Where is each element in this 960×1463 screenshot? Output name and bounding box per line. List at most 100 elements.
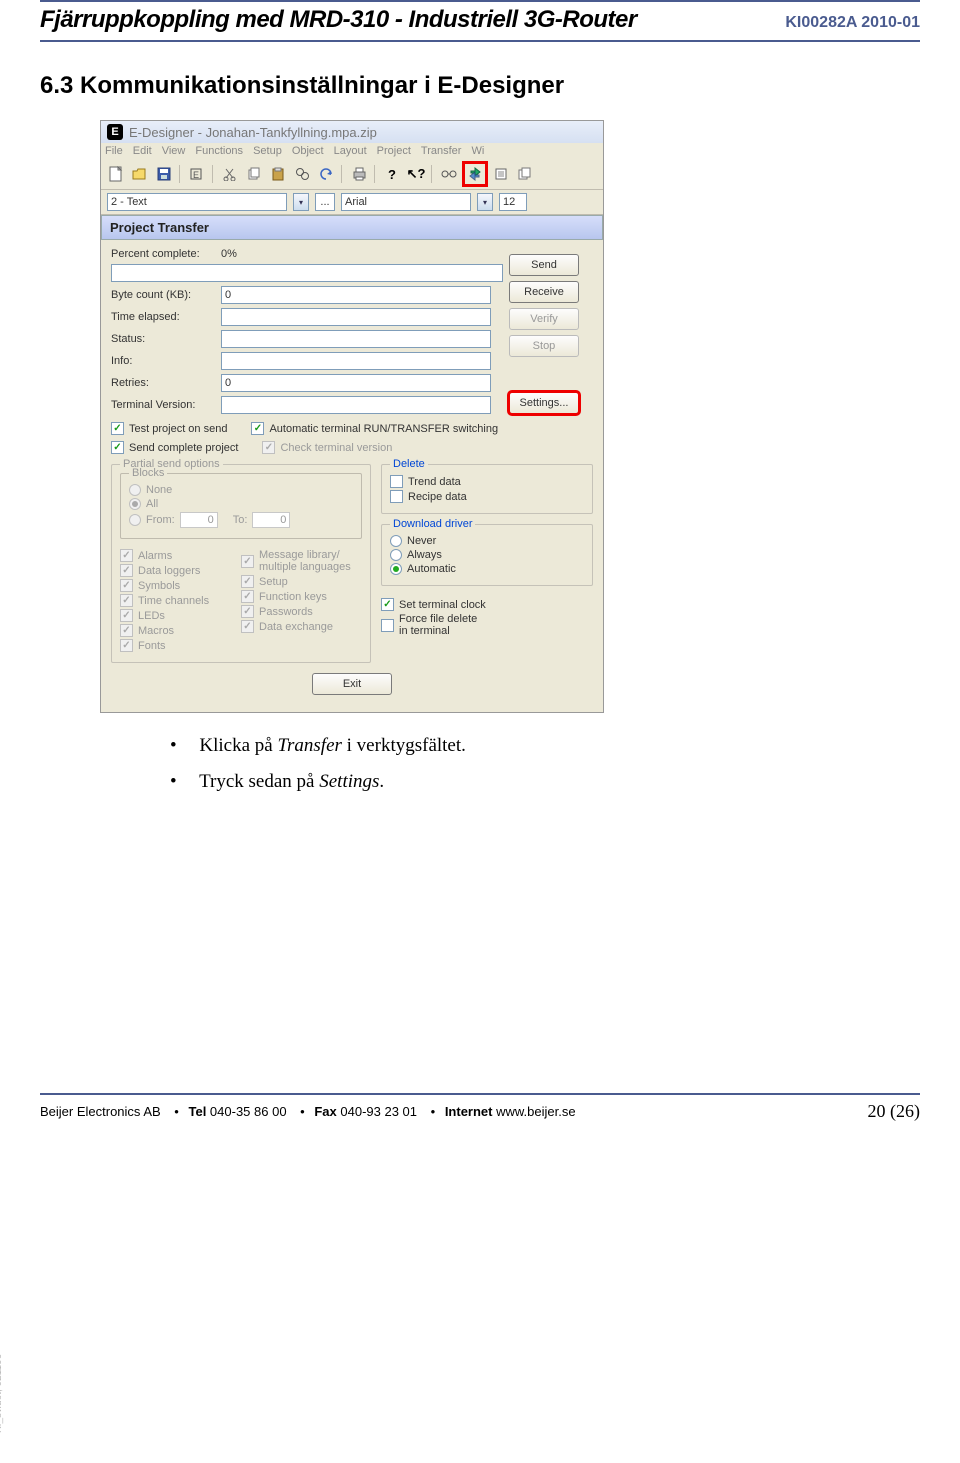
dropdown-icon[interactable]: ▾ (293, 193, 309, 211)
verify-button: Verify (509, 308, 579, 330)
send-button[interactable]: Send (509, 254, 579, 276)
list-item: Klicka på Transfer i verktygsfältet. (170, 735, 920, 757)
set-clock-check[interactable]: ✓Set terminal clock (381, 598, 593, 611)
menu-setup[interactable]: Setup (253, 145, 282, 157)
app-logo-icon: E (107, 124, 123, 140)
menu-transfer[interactable]: Transfer (421, 145, 462, 157)
transfer-icon[interactable] (462, 161, 488, 187)
radio-none: None (129, 484, 353, 496)
status-label: Status: (111, 333, 221, 345)
menu-edit[interactable]: Edit (133, 145, 152, 157)
time-value (221, 308, 491, 326)
menu-functions[interactable]: Functions (195, 145, 243, 157)
retries-label: Retries: (111, 377, 221, 389)
driver-group: Download driver Never Always Automatic (381, 524, 593, 586)
block-tool-icon[interactable]: E (186, 163, 208, 185)
menu-file[interactable]: File (105, 145, 123, 157)
help-icon[interactable]: ? (381, 163, 403, 185)
app-titlebar: E E-Designer - Jonahan-Tankfyllning.mpa.… (101, 121, 603, 143)
status-value (221, 330, 491, 348)
radio-all: All (129, 498, 353, 510)
undo-icon[interactable] (315, 163, 337, 185)
separator-icon (374, 165, 377, 183)
setup-check: ✓Setup (241, 575, 362, 588)
menubar[interactable]: File Edit View Functions Setup Object La… (101, 143, 603, 159)
from-input: 0 (180, 512, 218, 528)
page-number: 20 (26) (868, 1101, 921, 1122)
template-id: KI_sv.dot, 021106 (0, 1354, 4, 1433)
separator-icon (212, 165, 215, 183)
radio-always[interactable]: Always (390, 549, 584, 561)
instruction-list: Klicka på Transfer i verktygsfältet. Try… (170, 735, 920, 793)
send-complete-check[interactable]: ✓Send complete project (111, 441, 238, 454)
separator-icon (431, 165, 434, 183)
info-label: Info: (111, 355, 221, 367)
page-footer: Beijer Electronics AB • Tel 040-35 86 00… (40, 1093, 920, 1122)
time-label: Time elapsed: (111, 311, 221, 323)
font-size-field[interactable]: 12 (499, 193, 527, 211)
cut-icon[interactable] (219, 163, 241, 185)
radio-never[interactable]: Never (390, 535, 584, 547)
doc-list-icon[interactable] (490, 163, 512, 185)
copy-icon[interactable] (243, 163, 265, 185)
block-combo[interactable]: 2 - Text (107, 193, 287, 211)
exit-button[interactable]: Exit (312, 673, 392, 695)
docs-icon[interactable] (514, 163, 536, 185)
open-icon[interactable] (129, 163, 151, 185)
byte-label: Byte count (KB): (111, 289, 221, 301)
menu-windows[interactable]: Wi (471, 145, 484, 157)
recipe-check[interactable]: Recipe data (390, 490, 584, 503)
group-title: Delete (390, 458, 428, 470)
dialog-titlebar: Project Transfer (101, 215, 603, 240)
font-combo[interactable]: Arial (341, 193, 471, 211)
info-value (221, 352, 491, 370)
terminal-value (221, 396, 491, 414)
menu-layout[interactable]: Layout (334, 145, 367, 157)
separator-icon (341, 165, 344, 183)
glasses-icon[interactable] (438, 163, 460, 185)
new-icon[interactable] (105, 163, 127, 185)
test-send-check[interactable]: ✓Test project on send (111, 422, 227, 435)
macros-check: ✓Macros (120, 624, 241, 637)
radio-auto[interactable]: Automatic (390, 563, 584, 575)
retries-value: 0 (221, 374, 491, 392)
alarms-check: ✓Alarms (120, 549, 241, 562)
section-heading: 6.3 Kommunikationsinställningar i E-Desi… (40, 72, 920, 100)
separator-icon (179, 165, 182, 183)
fkeys-check: ✓Function keys (241, 590, 362, 603)
print-icon[interactable] (348, 163, 370, 185)
trend-check[interactable]: Trend data (390, 475, 584, 488)
stop-button: Stop (509, 335, 579, 357)
percent-value: 0% (221, 248, 261, 260)
find-icon[interactable] (291, 163, 313, 185)
page-header: Fjärruppkoppling med MRD-310 - Industrie… (40, 6, 920, 42)
paste-icon[interactable] (267, 163, 289, 185)
force-delete-check[interactable]: Force file deletein terminal (381, 613, 593, 637)
delete-group: Delete Trend data Recipe data (381, 464, 593, 514)
receive-button[interactable]: Receive (509, 281, 579, 303)
context-help-icon[interactable]: ↖? (405, 163, 427, 185)
radio-from: From: 0 To: 0 (129, 512, 353, 528)
leds-check: ✓LEDs (120, 609, 241, 622)
company-name: Beijer Electronics AB (40, 1104, 161, 1119)
dropdown-icon[interactable]: ▾ (477, 193, 493, 211)
msglib-check: ✓ Message library/multiple languages (241, 549, 362, 573)
check-version-check: ✓Check terminal version (262, 441, 392, 454)
group-title: Download driver (390, 518, 475, 530)
settings-button[interactable]: Settings... (509, 392, 579, 414)
app-title: E-Designer - Jonahan-Tankfyllning.mpa.zi… (129, 125, 377, 140)
symbols-check: ✓Symbols (120, 579, 241, 592)
dialog-body: Percent complete: 0% Byte count (KB): 0 … (101, 240, 603, 712)
auto-run-check[interactable]: ✓Automatic terminal RUN/TRANSFER switchi… (251, 422, 498, 435)
timech-check: ✓Time channels (120, 594, 241, 607)
fonts-check: ✓Fonts (120, 639, 241, 652)
pwd-check: ✓Passwords (241, 605, 362, 618)
progress-bar (111, 264, 503, 282)
menu-view[interactable]: View (162, 145, 186, 157)
partial-send-group: Partial send options Blocks None All Fro… (111, 464, 371, 663)
menu-object[interactable]: Object (292, 145, 324, 157)
menu-project[interactable]: Project (377, 145, 411, 157)
to-input: 0 (252, 512, 290, 528)
browse-button[interactable]: ... (315, 193, 335, 211)
save-icon[interactable] (153, 163, 175, 185)
